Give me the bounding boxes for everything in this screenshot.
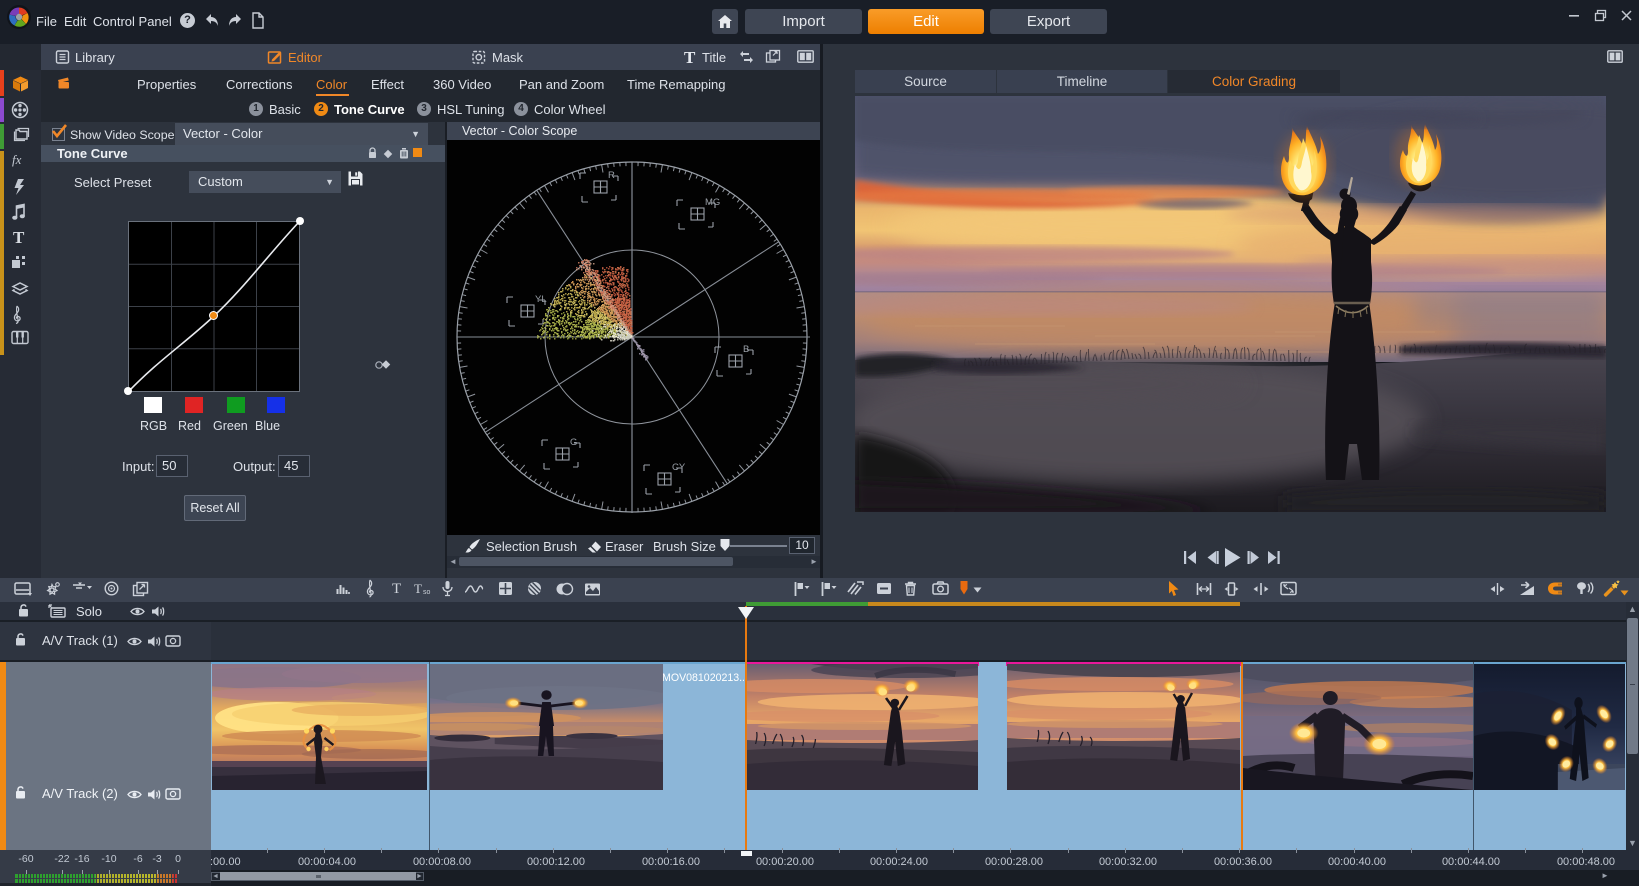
svg-text:CY: CY: [672, 462, 686, 473]
svg-text:G: G: [570, 437, 577, 448]
svg-text:R: R: [608, 170, 615, 181]
svg-text:T: T: [414, 581, 422, 596]
svg-text:so: so: [423, 589, 431, 596]
svg-text:YL: YL: [535, 294, 547, 305]
svg-text:T: T: [392, 581, 401, 595]
svg-text:B: B: [743, 344, 749, 355]
svg-text:MG: MG: [705, 197, 720, 208]
svg-text:T: T: [13, 228, 25, 246]
svg-text:fx: fx: [12, 152, 22, 167]
